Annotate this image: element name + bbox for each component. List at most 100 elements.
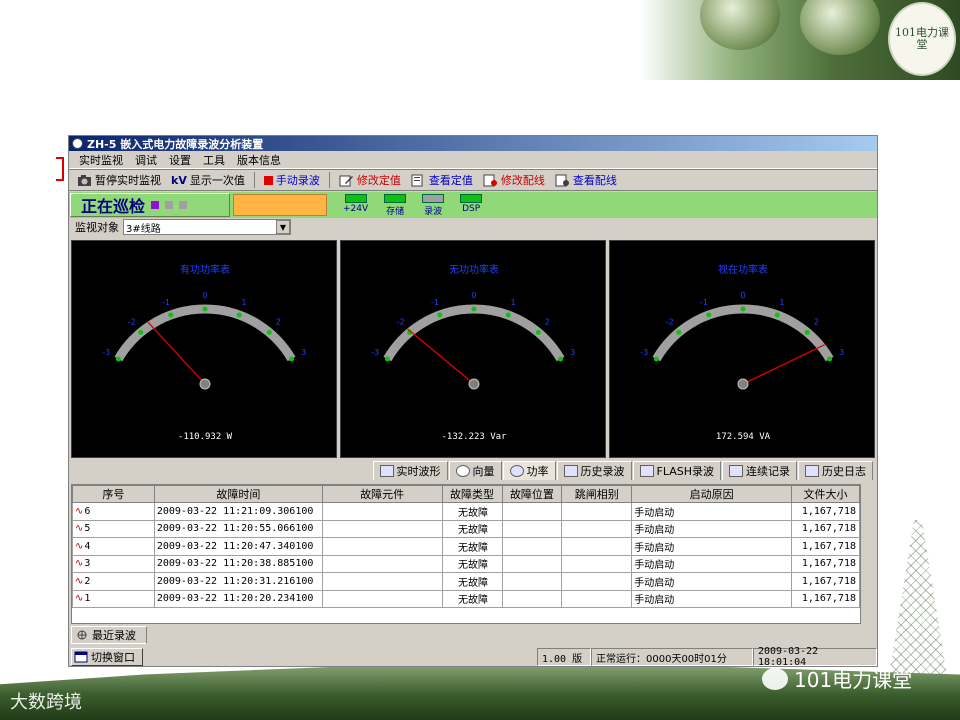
cell-text: 2009-03-22 11:20:20.234100	[156, 593, 314, 605]
column-header[interactable]: 启动原因	[631, 485, 792, 503]
table-cell: 无故障	[441, 589, 503, 608]
kv-icon: kV	[171, 173, 187, 187]
led-indicator: 存储	[384, 193, 407, 217]
table-cell	[561, 554, 633, 573]
table-row[interactable]: ∿3 2009-03-22 11:20:38.885100 无故障 手动启动 1,167…	[72, 554, 861, 573]
column-header[interactable]: 故障时间	[153, 485, 323, 503]
cell-text: 手动启动	[634, 542, 675, 554]
gauge-tick-dot	[740, 306, 746, 312]
gauge-tick-label: 0	[471, 291, 476, 300]
column-header[interactable]: 文件大小	[790, 485, 861, 503]
cell-text: 手动启动	[634, 507, 675, 519]
menu-settings[interactable]: 设置	[163, 152, 197, 168]
recent-tab-label: 最近录波	[92, 629, 136, 642]
gauge-tick-label: 0	[202, 291, 207, 300]
table-cell	[501, 537, 563, 556]
edit-setting-button[interactable]: 修改定值	[335, 171, 405, 189]
menu-debug[interactable]: 调试	[129, 152, 163, 168]
cell-text: 手动启动	[634, 577, 675, 589]
tab-label: 实时波形	[396, 465, 441, 478]
watermark-left-text: 大数跨境	[10, 692, 82, 713]
cell-text: 2009-03-22 11:20:38.885100	[156, 558, 314, 570]
cell-text: 1,167,718	[801, 540, 856, 552]
gauge-tick-dot	[804, 329, 810, 335]
toolbar-separator	[253, 172, 255, 188]
tab-vector[interactable]: 向量	[448, 461, 502, 480]
column-header[interactable]: 序号	[72, 485, 155, 503]
table-row[interactable]: ∿4 2009-03-22 11:20:47.340100 无故障 手动启动 1,167…	[72, 537, 861, 556]
column-header[interactable]: 跳闸相别	[561, 485, 633, 503]
column-header[interactable]: 故障元件	[321, 485, 443, 503]
tab-recent-records[interactable]: 最近录波	[71, 626, 147, 644]
tab-continuous-record[interactable]: 连续记录	[722, 461, 797, 480]
table-cell: 2009-03-22 11:20:31.216100	[153, 572, 323, 591]
toolbar: 暂停实时监视 kV 显示一次值 手动录波 修改定值 查看定值 修改配线 查看配线	[69, 169, 877, 191]
menu-version[interactable]: 版本信息	[231, 152, 287, 168]
view-setting-button[interactable]: 查看定值	[407, 171, 477, 189]
table-cell: 1,167,718	[790, 519, 861, 538]
cell-text: 3	[84, 558, 91, 570]
cell-text: 手动启动	[634, 560, 675, 572]
table-cell	[321, 502, 443, 521]
view-tabs: 实时波形 向量 功率 历史录波 FLASH录波 连续记录 历史日志	[69, 461, 877, 481]
column-header[interactable]: 故障位置	[501, 485, 563, 503]
primary-value-button[interactable]: kV 显示一次值	[167, 171, 249, 189]
runtime-field: 正常运行：0000天00时01分	[591, 648, 753, 666]
patrol-dot	[179, 201, 188, 209]
gauge-tick-label: 2	[276, 318, 281, 327]
table-cell: 1,167,718	[790, 572, 861, 591]
gauge-tick-label: -3	[640, 348, 648, 357]
waveform-icon: ∿	[75, 505, 84, 517]
tab-history-log[interactable]: 历史日志	[798, 461, 873, 480]
table-cell: 手动启动	[631, 519, 792, 538]
window-titlebar[interactable]: ZH-5 嵌入式电力故障录波分析装置	[69, 136, 877, 151]
tab-history-record[interactable]: 历史录波	[556, 461, 632, 480]
view-wiring-button[interactable]: 查看配线	[551, 171, 621, 189]
status-alert-box	[233, 194, 327, 216]
table-row[interactable]: ∿2 2009-03-22 11:20:31.216100 无故障 手动启动 1,167…	[72, 572, 861, 591]
cell-text: 1,167,718	[801, 575, 856, 587]
menu-realtime[interactable]: 实时监视	[73, 152, 129, 168]
menu-tools[interactable]: 工具	[197, 152, 231, 168]
led-label: 存储	[386, 206, 405, 217]
tab-flash-record[interactable]: FLASH录波	[632, 461, 721, 480]
gauge-tick-dot	[202, 306, 208, 312]
gauge-tick-label: -1	[162, 298, 170, 307]
edit-wiring-button[interactable]: 修改配线	[479, 171, 549, 189]
table-header-row: 序号 故障时间 故障元件 故障类型 故障位置 跳闸相别 启动原因 文件大小	[72, 485, 861, 503]
column-header[interactable]: 故障类型	[441, 485, 503, 503]
gauge-tick-dot	[266, 329, 272, 335]
manual-record-label: 手动录波	[275, 174, 320, 187]
monitor-object-select[interactable]: 3#线路 ▼	[123, 219, 291, 235]
wiring-edit-icon	[483, 174, 497, 186]
cell-text: 2009-03-22 11:20:31.216100	[156, 575, 314, 587]
edit-wiring-label: 修改配线	[500, 174, 545, 187]
table-row[interactable]: ∿6 2009-03-22 11:21:09.306100 无故障 手动启动 1,167…	[72, 502, 861, 521]
version-field: 1.00 版	[537, 648, 591, 666]
patrol-dot-active	[151, 201, 160, 209]
switch-window-button[interactable]: 切换窗口	[71, 648, 143, 666]
manual-record-button[interactable]: 手动录波	[260, 171, 324, 189]
table-cell: 手动启动	[631, 554, 792, 573]
waveform-icon: ∿	[75, 540, 84, 552]
tab-power[interactable]: 功率	[502, 461, 556, 480]
runtime-text: 正常运行：0000天00时01分	[596, 653, 727, 665]
table-cell	[321, 537, 443, 556]
tab-label: 历史日志	[822, 465, 866, 478]
table-cell	[561, 589, 633, 608]
table-cell: 手动启动	[631, 502, 792, 521]
chevron-down-icon[interactable]: ▼	[276, 220, 290, 234]
tab-realtime-waveform[interactable]: 实时波形	[372, 461, 448, 480]
tab-label: 连续记录	[746, 465, 790, 478]
table-cell: 手动启动	[631, 572, 792, 591]
table-row[interactable]: ∿1 2009-03-22 11:20:20.234100 无故障 手动启动 1,167…	[72, 589, 861, 608]
table-cell: 2009-03-22 11:20:20.234100	[153, 589, 323, 608]
app-window: ZH-5 嵌入式电力故障录波分析装置 实时监视 调试 设置 工具 版本信息 暂停…	[68, 135, 878, 668]
record-table: 序号 故障时间 故障元件 故障类型 故障位置 跳闸相别 启动原因 文件大小 ∿6 2009-03…	[72, 485, 861, 608]
power-gauge: 视在功率表 -3 -2 -1 0 1 2 3 172.594 VA	[609, 240, 875, 458]
pause-monitor-button[interactable]: 暂停实时监视	[73, 171, 165, 189]
gauge-tick-label: 3	[570, 348, 575, 357]
gauge-pivot	[199, 378, 211, 390]
table-cell	[501, 519, 563, 538]
table-row[interactable]: ∿5 2009-03-22 11:20:55.066100 无故障 手动启动 1,167…	[72, 519, 861, 538]
